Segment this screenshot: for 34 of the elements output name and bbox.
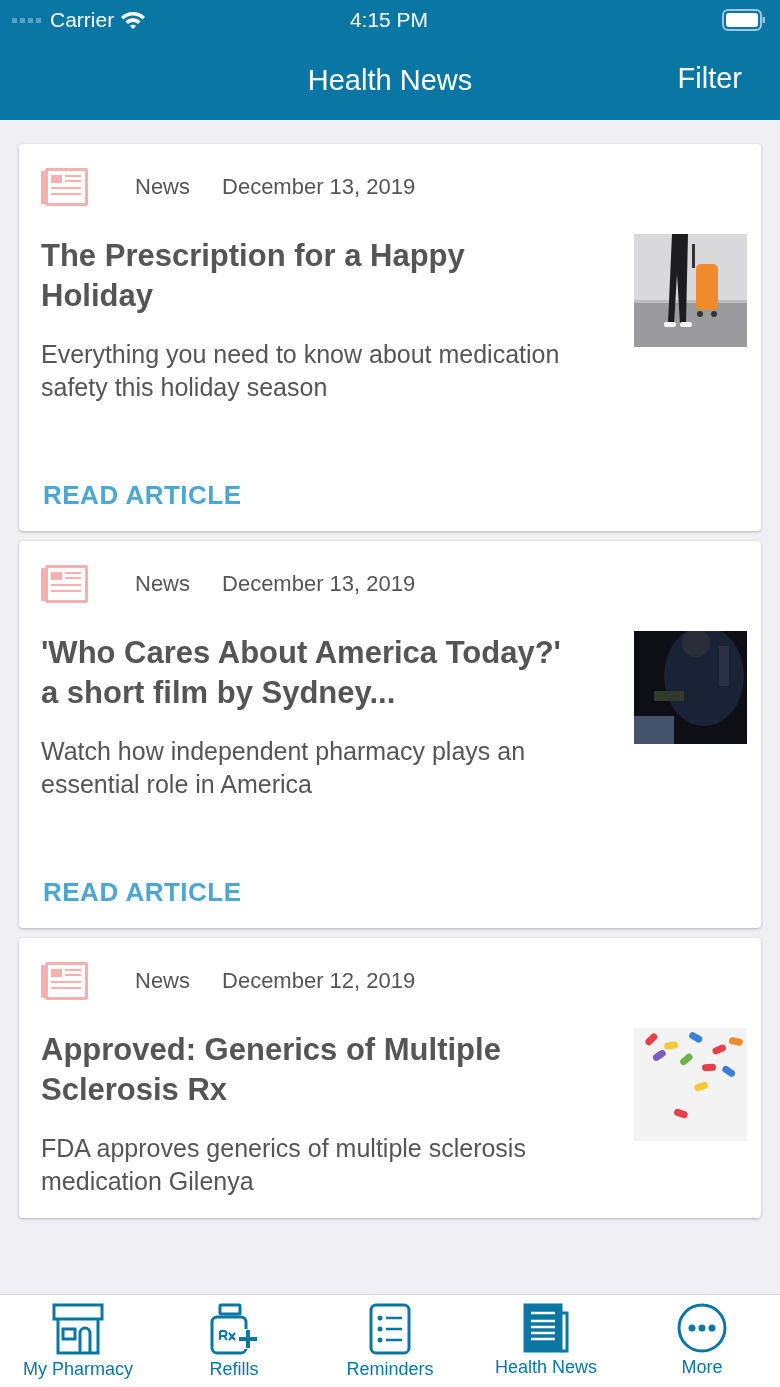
- article-title: 'Who Cares About America Today?' a short film by Sydney...: [41, 634, 562, 712]
- tab-bar-item[interactable]: More: [624, 1295, 780, 1387]
- newspaper-icon: [523, 1303, 569, 1353]
- article-category: News: [135, 174, 190, 200]
- tab-bar-item[interactable]: Reminders: [312, 1295, 468, 1387]
- status-time: 4:15 PM: [349, 8, 429, 32]
- article-title: The Prescription for a Happy Holiday: [41, 237, 466, 315]
- wifi-icon: [120, 10, 147, 30]
- article-date: December 13, 2019: [222, 174, 416, 200]
- signal-icon: [12, 16, 44, 24]
- tab-bar-item[interactable]: Health News: [468, 1295, 624, 1387]
- screen-title: Health News: [307, 63, 473, 97]
- checklist-icon: [369, 1303, 411, 1355]
- newspaper-icon: [41, 962, 88, 1000]
- rx-bottle-icon: [208, 1303, 260, 1355]
- article-category: News: [135, 968, 190, 994]
- read-article-link[interactable]: READ ARTICLE: [43, 877, 242, 908]
- more-icon: [677, 1303, 727, 1353]
- article-summary: FDA approves generics of multiple sclerosis medication Gilenya: [41, 1133, 527, 1197]
- article-category: News: [135, 571, 190, 597]
- filter-button[interactable]: Filter: [677, 62, 742, 95]
- battery-icon: [722, 9, 766, 31]
- newspaper-icon: [41, 565, 88, 603]
- article-title: Approved: Generics of Multiple Sclerosis Rx: [41, 1031, 502, 1109]
- store-icon: [52, 1303, 104, 1355]
- article-date: December 13, 2019: [222, 571, 416, 597]
- tab-bar-item[interactable]: Refills: [156, 1295, 312, 1387]
- article-summary: Everything you need to know about medication safety this holiday season: [41, 339, 561, 403]
- article-summary: Watch how independent pharmacy plays an essential role in America: [41, 736, 527, 800]
- read-article-link[interactable]: READ ARTICLE: [43, 480, 242, 511]
- newspaper-icon: [41, 168, 88, 206]
- article-date: December 12, 2019: [222, 968, 416, 994]
- tab-bar-item[interactable]: My Pharmacy: [0, 1295, 156, 1387]
- carrier-name: Carrier: [50, 8, 115, 32]
